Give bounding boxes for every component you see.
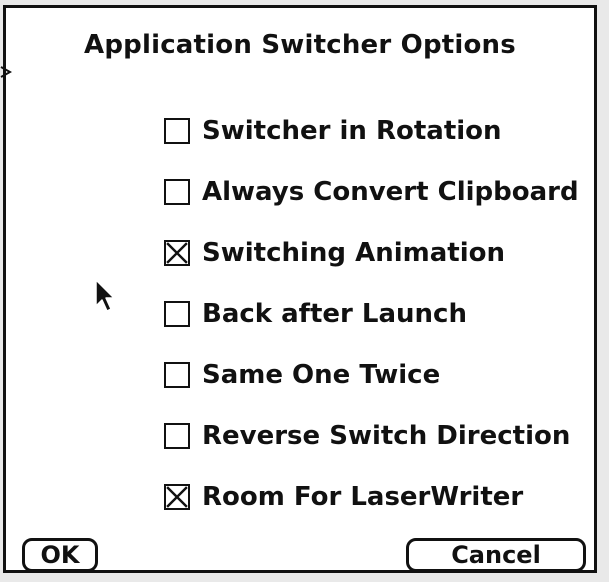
option-same-one-twice[interactable]: Same One Twice	[164, 344, 579, 405]
option-label: Always Convert Clipboard	[202, 176, 579, 207]
option-always-convert-clipboard[interactable]: Always Convert Clipboard	[164, 161, 579, 222]
checkbox-same-one-twice[interactable]	[164, 361, 190, 388]
ok-button[interactable]: OK	[22, 538, 98, 570]
x-check-icon	[166, 241, 188, 264]
option-reverse-switch-direction[interactable]: Reverse Switch Direction	[164, 405, 579, 466]
checkbox-room-for-laserwriter[interactable]	[164, 483, 190, 510]
dialog-title: Application Switcher Options	[84, 30, 516, 60]
option-label: Switcher in Rotation	[202, 115, 502, 146]
option-label: Back after Launch	[202, 298, 467, 329]
cancel-button[interactable]: Cancel	[406, 538, 586, 570]
option-label: Room For LaserWriter	[202, 481, 524, 512]
checkbox-always-convert-clipboard[interactable]	[164, 178, 190, 205]
option-label: Same One Twice	[202, 359, 441, 390]
screen: Application Switcher Options Switcher in…	[0, 0, 609, 582]
switcher-options-dialog: Application Switcher Options Switcher in…	[3, 5, 597, 573]
option-back-after-launch[interactable]: Back after Launch	[164, 283, 579, 344]
option-switching-animation[interactable]: Switching Animation	[164, 222, 579, 283]
checkbox-switching-animation[interactable]	[164, 239, 190, 266]
option-label: Reverse Switch Direction	[202, 420, 571, 451]
option-room-for-laserwriter[interactable]: Room For LaserWriter	[164, 466, 579, 527]
option-label: Switching Animation	[202, 237, 505, 268]
checkbox-back-after-launch[interactable]	[164, 300, 190, 327]
x-check-icon	[166, 485, 188, 508]
window-edge-notch-icon	[0, 66, 12, 78]
checkbox-reverse-switch-direction[interactable]	[164, 422, 190, 449]
checkbox-switcher-in-rotation[interactable]	[164, 117, 190, 144]
arrow-cursor-icon	[95, 279, 115, 312]
options-list: Switcher in Rotation Always Convert Clip…	[164, 100, 579, 527]
option-switcher-in-rotation[interactable]: Switcher in Rotation	[164, 100, 579, 161]
